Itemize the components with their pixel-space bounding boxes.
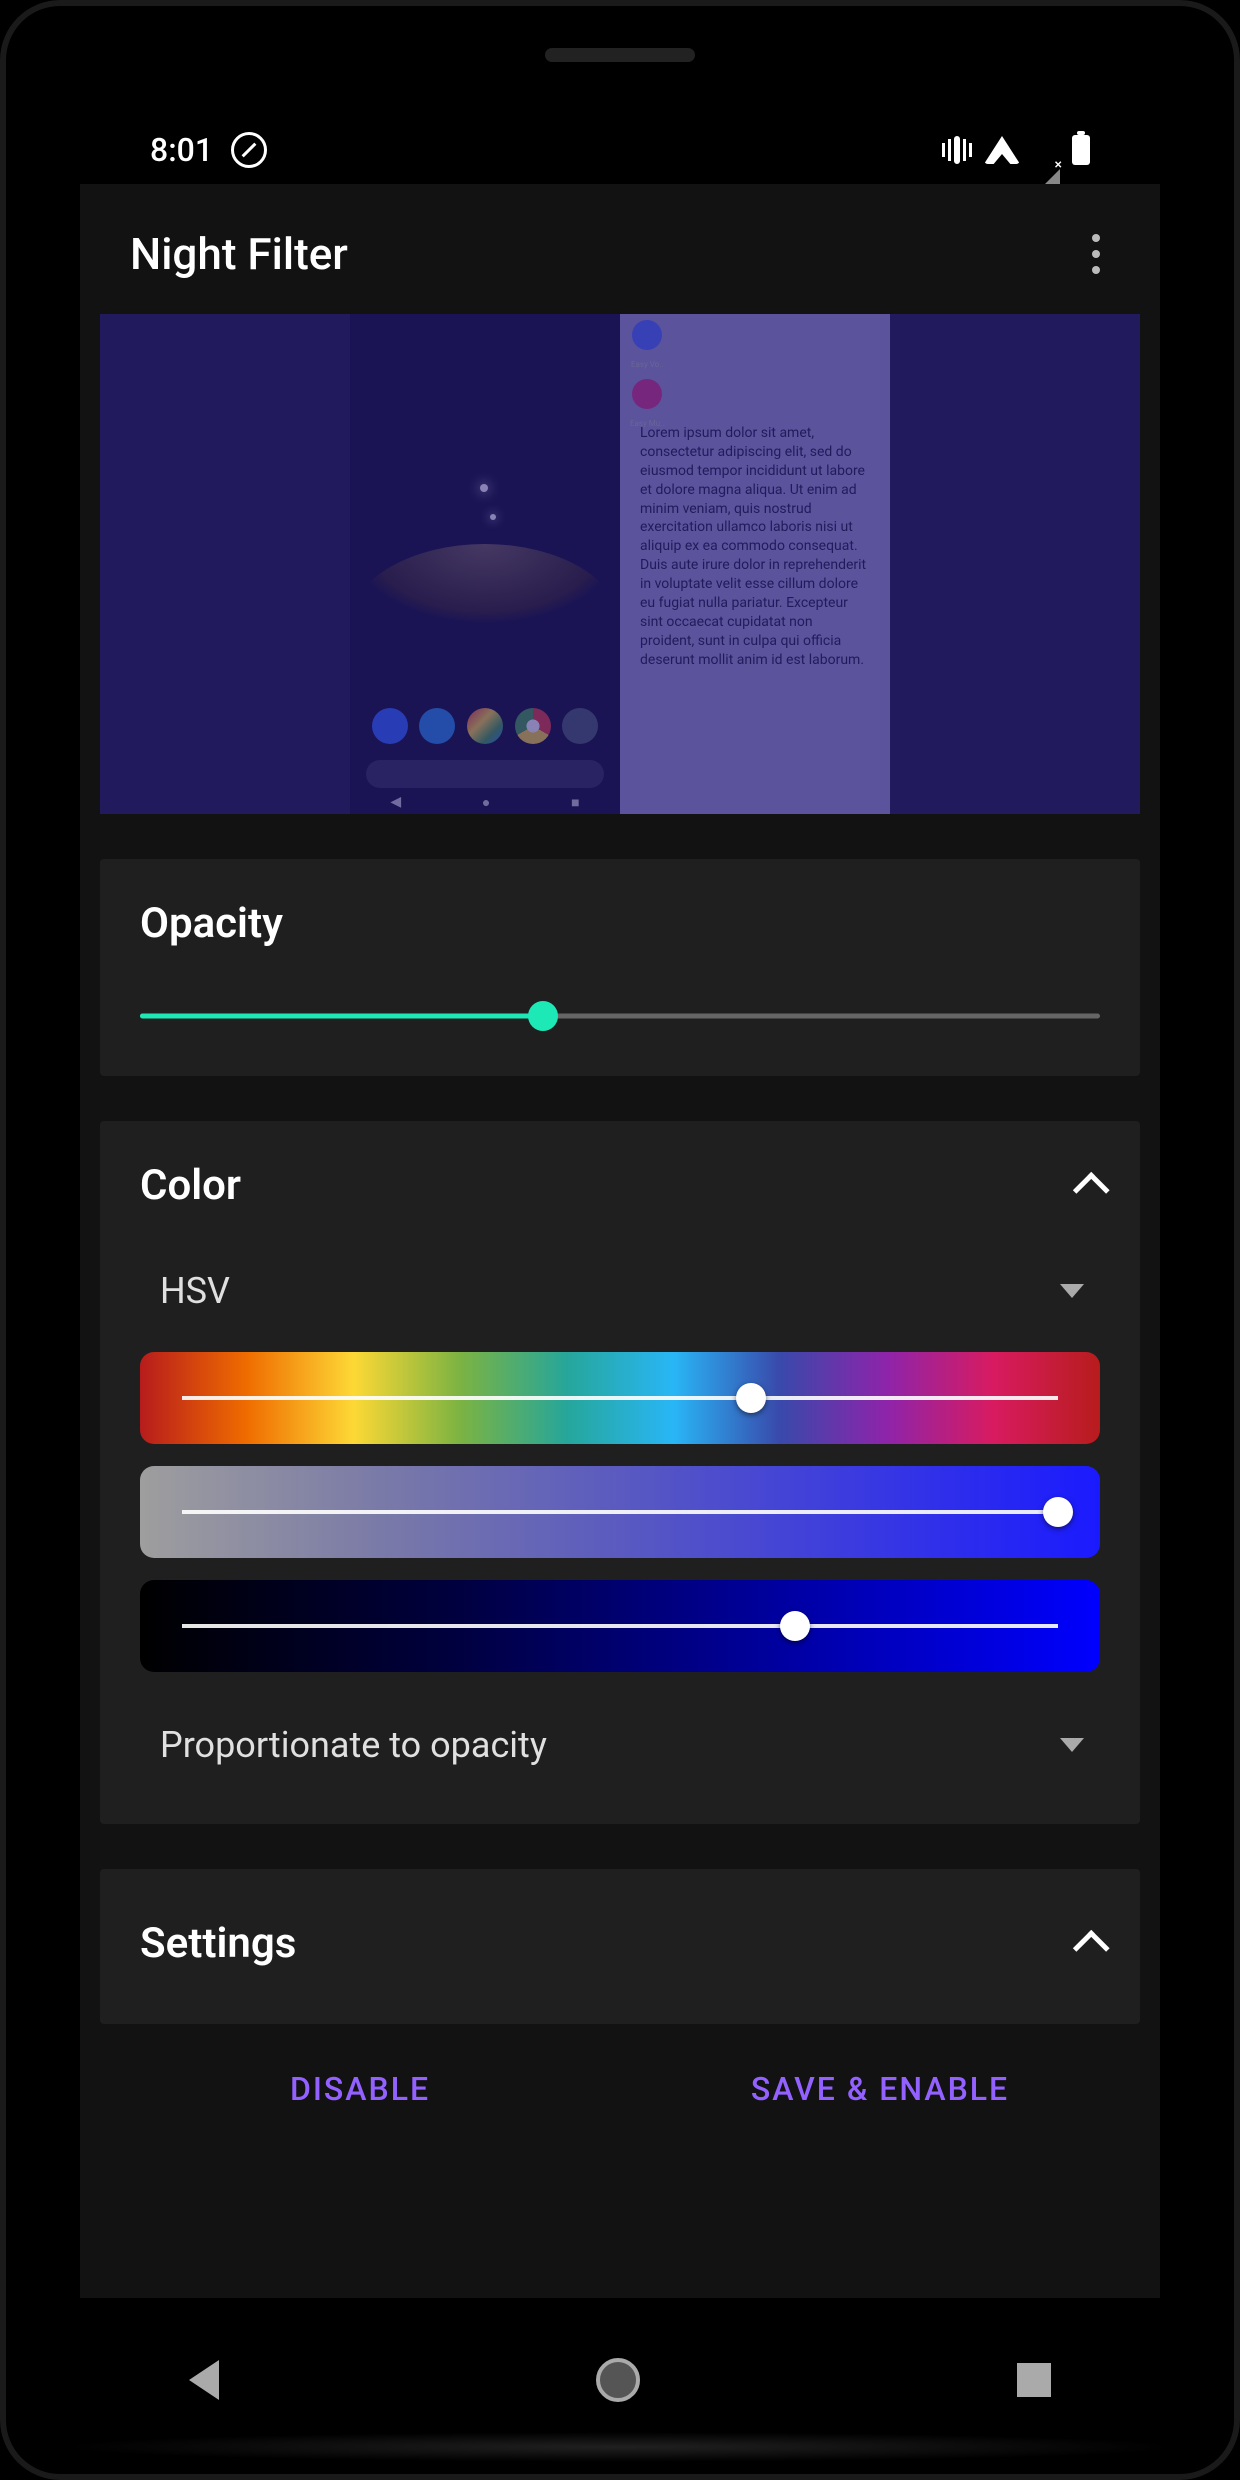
device-shadow [60,2432,1180,2462]
opacity-relation-label: Proportionate to opacity [160,1724,547,1766]
device-speaker [545,48,695,62]
vibrate-icon [942,136,972,164]
opacity-title: Opacity [140,899,1100,948]
color-card-header[interactable]: Color [140,1161,1100,1210]
dnd-icon [231,132,267,168]
color-mode-label: HSV [160,1270,230,1312]
wifi-icon [984,136,1020,164]
status-bar: 8:01 × [0,120,1240,180]
nav-home-button[interactable] [596,2358,640,2402]
nav-back-button[interactable] [189,2360,219,2400]
nav-recent-button[interactable] [1017,2363,1051,2397]
value-slider[interactable] [140,1580,1100,1672]
app-header: Night Filter [80,184,1160,314]
opacity-card: Opacity [100,859,1140,1076]
color-card: Color HSV Proportionate to opacity [100,1121,1140,1824]
opacity-slider[interactable] [140,1004,1100,1028]
battery-icon [1072,135,1090,165]
save-enable-button[interactable]: SAVE & ENABLE [620,2024,1140,2154]
app-container: Night Filter ◀●■ Lorem ipsum [80,184,1160,2298]
overflow-menu-button[interactable] [1072,224,1120,284]
saturation-slider[interactable] [140,1466,1100,1558]
disable-button[interactable]: DISABLE [100,2024,620,2154]
color-title: Color [140,1161,241,1210]
system-nav-bar [0,2340,1240,2420]
chevron-up-icon [1073,1171,1110,1208]
dropdown-caret-icon [1060,1738,1084,1752]
action-bar: DISABLE SAVE & ENABLE [100,2024,1140,2154]
page-title: Night Filter [130,228,348,280]
device-frame: 8:01 × Night Filter [0,0,1240,2480]
chevron-up-icon [1073,1929,1110,1966]
color-mode-dropdown[interactable]: HSV [140,1250,1100,1352]
settings-title: Settings [140,1919,296,1968]
hue-slider[interactable] [140,1352,1100,1444]
preview-filter-overlay [100,314,1140,814]
filter-preview: ◀●■ Lorem ipsum dolor sit amet, consecte… [100,314,1140,814]
settings-card-header[interactable]: Settings [140,1919,1100,1968]
cell-signal-icon: × [1032,131,1060,169]
status-time: 8:01 [150,131,213,169]
settings-card: Settings [100,1869,1140,2024]
opacity-relation-dropdown[interactable]: Proportionate to opacity [140,1694,1100,1776]
dropdown-caret-icon [1060,1284,1084,1298]
